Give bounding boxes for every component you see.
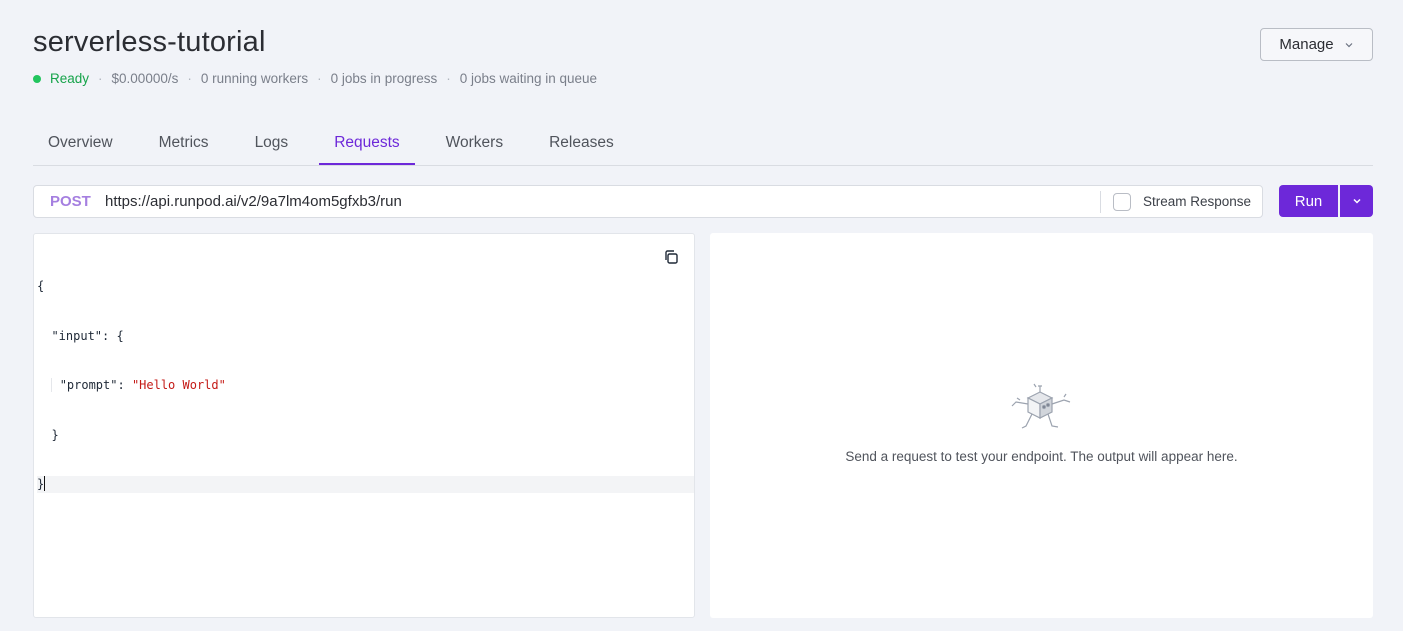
- tab-bar: Overview Metrics Logs Requests Workers R…: [33, 124, 1373, 166]
- robot-box-icon: [1011, 383, 1071, 429]
- request-body-editor[interactable]: { "input": { "prompt": "Hello World" } }: [33, 233, 695, 618]
- code-line: }: [51, 427, 59, 442]
- manage-button[interactable]: Manage: [1260, 28, 1373, 61]
- tab-requests[interactable]: Requests: [319, 124, 415, 165]
- run-button[interactable]: Run: [1279, 185, 1338, 217]
- separator: ·: [317, 71, 322, 86]
- manage-label: Manage: [1279, 36, 1334, 53]
- jobs-waiting-text: 0 jobs waiting in queue: [459, 71, 598, 86]
- code-line: {: [37, 279, 45, 293]
- code-line: "prompt": "Hello World": [37, 377, 694, 394]
- empty-state-message: Send a request to test your endpoint. Th…: [845, 449, 1238, 464]
- copy-icon[interactable]: [663, 249, 679, 265]
- status-row: Ready · $0.00000/s · 0 running workers ·…: [33, 71, 597, 86]
- separator: ·: [446, 71, 451, 86]
- stream-response-checkbox[interactable]: [1112, 192, 1131, 211]
- tab-metrics[interactable]: Metrics: [144, 124, 224, 165]
- status-dot-icon: [33, 74, 41, 83]
- rate-text: $0.00000/s: [111, 71, 179, 86]
- http-method: POST: [50, 193, 91, 210]
- jobs-in-progress-text: 0 jobs in progress: [330, 71, 438, 86]
- tab-workers[interactable]: Workers: [431, 124, 518, 165]
- stream-response-label[interactable]: Stream Response: [1143, 194, 1251, 209]
- chevron-down-icon: [1352, 198, 1361, 204]
- chevron-down-icon: [1345, 42, 1353, 47]
- request-url-bar: POST https://api.runpod.ai/v2/9a7lm4om5g…: [33, 185, 1263, 218]
- separator: ·: [98, 71, 103, 86]
- running-workers-text: 0 running workers: [200, 71, 309, 86]
- page-title: serverless-tutorial: [33, 26, 266, 58]
- code-area[interactable]: { "input": { "prompt": "Hello World" } }: [37, 245, 694, 526]
- tab-logs[interactable]: Logs: [240, 124, 304, 165]
- code-line-current: }: [37, 476, 694, 493]
- run-options-button[interactable]: [1340, 185, 1373, 217]
- status-text: Ready: [50, 71, 90, 86]
- code-line: "input": {: [51, 328, 124, 343]
- tab-releases[interactable]: Releases: [534, 124, 629, 165]
- response-output-panel: Send a request to test your endpoint. Th…: [710, 233, 1373, 618]
- text-cursor: [44, 476, 46, 491]
- tab-overview[interactable]: Overview: [33, 124, 128, 165]
- endpoint-url[interactable]: https://api.runpod.ai/v2/9a7lm4om5gfxb3/…: [105, 193, 1100, 210]
- separator: ·: [187, 71, 192, 86]
- divider: [1099, 190, 1101, 213]
